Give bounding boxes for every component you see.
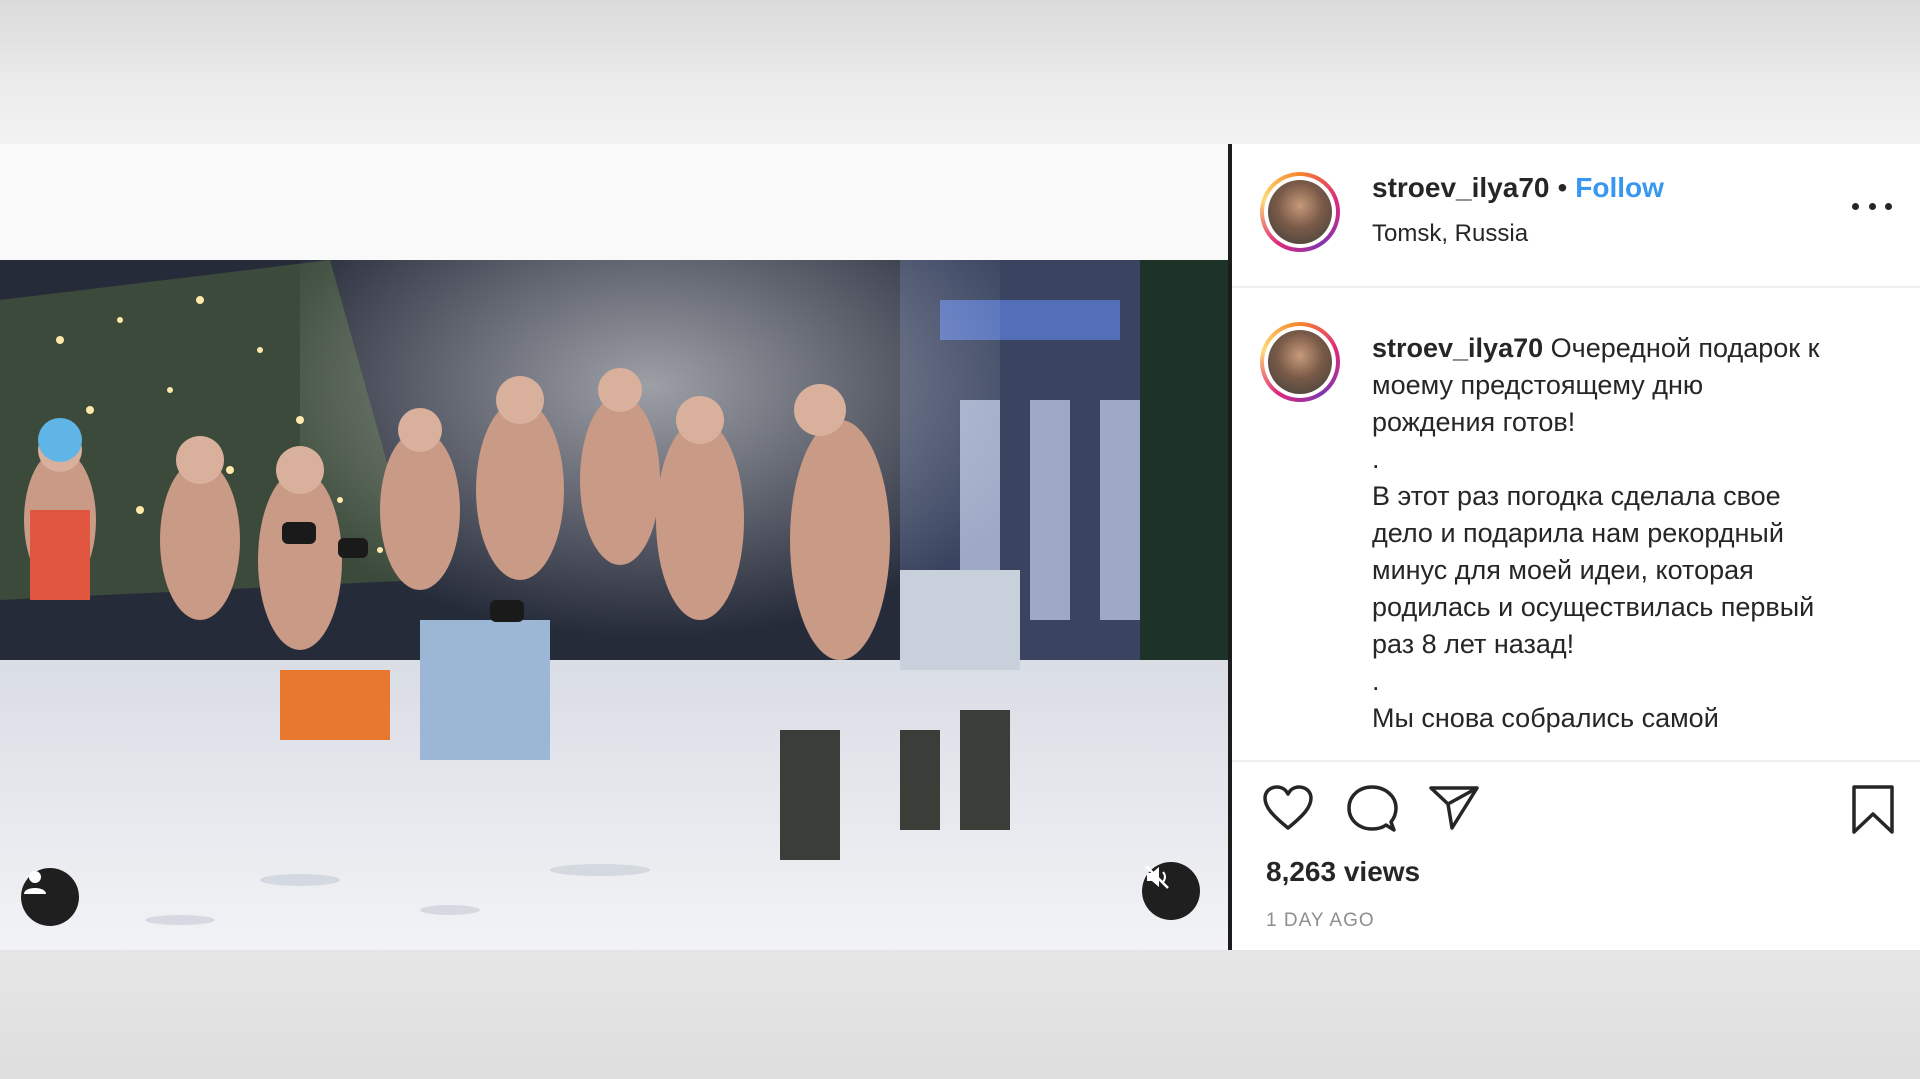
post-username[interactable]: stroev_ilya70 bbox=[1372, 172, 1549, 204]
background-bottom bbox=[0, 950, 1920, 1079]
post-media bbox=[0, 144, 1232, 950]
heart-icon[interactable] bbox=[1262, 784, 1314, 832]
view-count: 8,263 views bbox=[1266, 856, 1421, 887]
caption-line: . bbox=[1372, 666, 1380, 696]
caption-line: В этот раз погодка сделала свое bbox=[1372, 481, 1781, 511]
paper-plane-icon[interactable] bbox=[1428, 784, 1480, 832]
caption-line: рождения готов! bbox=[1372, 407, 1576, 437]
post-actions: 8,263 views 1 DAY AGO bbox=[1232, 760, 1920, 950]
caption-text: stroev_ilya70 Очередной подарок к моему … bbox=[1372, 330, 1892, 737]
post-timestamp[interactable]: 1 DAY AGO bbox=[1266, 910, 1375, 932]
caption-avatar-image bbox=[1268, 330, 1332, 394]
media-letterbox bbox=[0, 144, 1228, 260]
comment-icon[interactable] bbox=[1346, 784, 1398, 834]
separator-dot: • bbox=[1557, 172, 1568, 203]
post-video[interactable] bbox=[0, 260, 1228, 950]
video-frame bbox=[0, 260, 1228, 950]
caption-line: дело и подарила нам рекордный bbox=[1372, 518, 1784, 548]
caption-line: . bbox=[1372, 444, 1380, 474]
post-location[interactable]: Tomsk, Russia bbox=[1372, 220, 1528, 248]
post-header: stroev_ilya70 • Follow Tomsk, Russia bbox=[1232, 144, 1920, 288]
caption-line: родилась и осуществилась первый bbox=[1372, 592, 1815, 622]
bookmark-icon[interactable] bbox=[1850, 784, 1896, 836]
background-top bbox=[0, 0, 1920, 144]
muted-speaker-icon[interactable] bbox=[1142, 862, 1200, 920]
header-title-row: stroev_ilya70 • Follow bbox=[1372, 172, 1664, 204]
caption-area: stroev_ilya70 Очередной подарок к моему … bbox=[1232, 288, 1920, 760]
caption-avatar[interactable] bbox=[1260, 322, 1340, 402]
caption-username[interactable]: stroev_ilya70 bbox=[1372, 333, 1543, 363]
post-sidebar: stroev_ilya70 • Follow Tomsk, Russia str… bbox=[1232, 144, 1920, 950]
caption-line: раз 8 лет назад! bbox=[1372, 629, 1575, 659]
more-options-icon[interactable] bbox=[1852, 196, 1892, 216]
follow-button[interactable]: Follow bbox=[1575, 172, 1664, 204]
caption-line: Мы снова собрались самой bbox=[1372, 703, 1719, 733]
user-tag-icon[interactable] bbox=[21, 868, 79, 926]
caption-line: моему предстоящему дню bbox=[1372, 370, 1704, 400]
caption-line: Очередной подарок к bbox=[1550, 333, 1820, 363]
caption-line: минус для моей идеи, которая bbox=[1372, 555, 1754, 585]
avatar[interactable] bbox=[1260, 172, 1340, 252]
avatar-image bbox=[1268, 180, 1332, 244]
instagram-post: stroev_ilya70 • Follow Tomsk, Russia str… bbox=[0, 144, 1920, 950]
